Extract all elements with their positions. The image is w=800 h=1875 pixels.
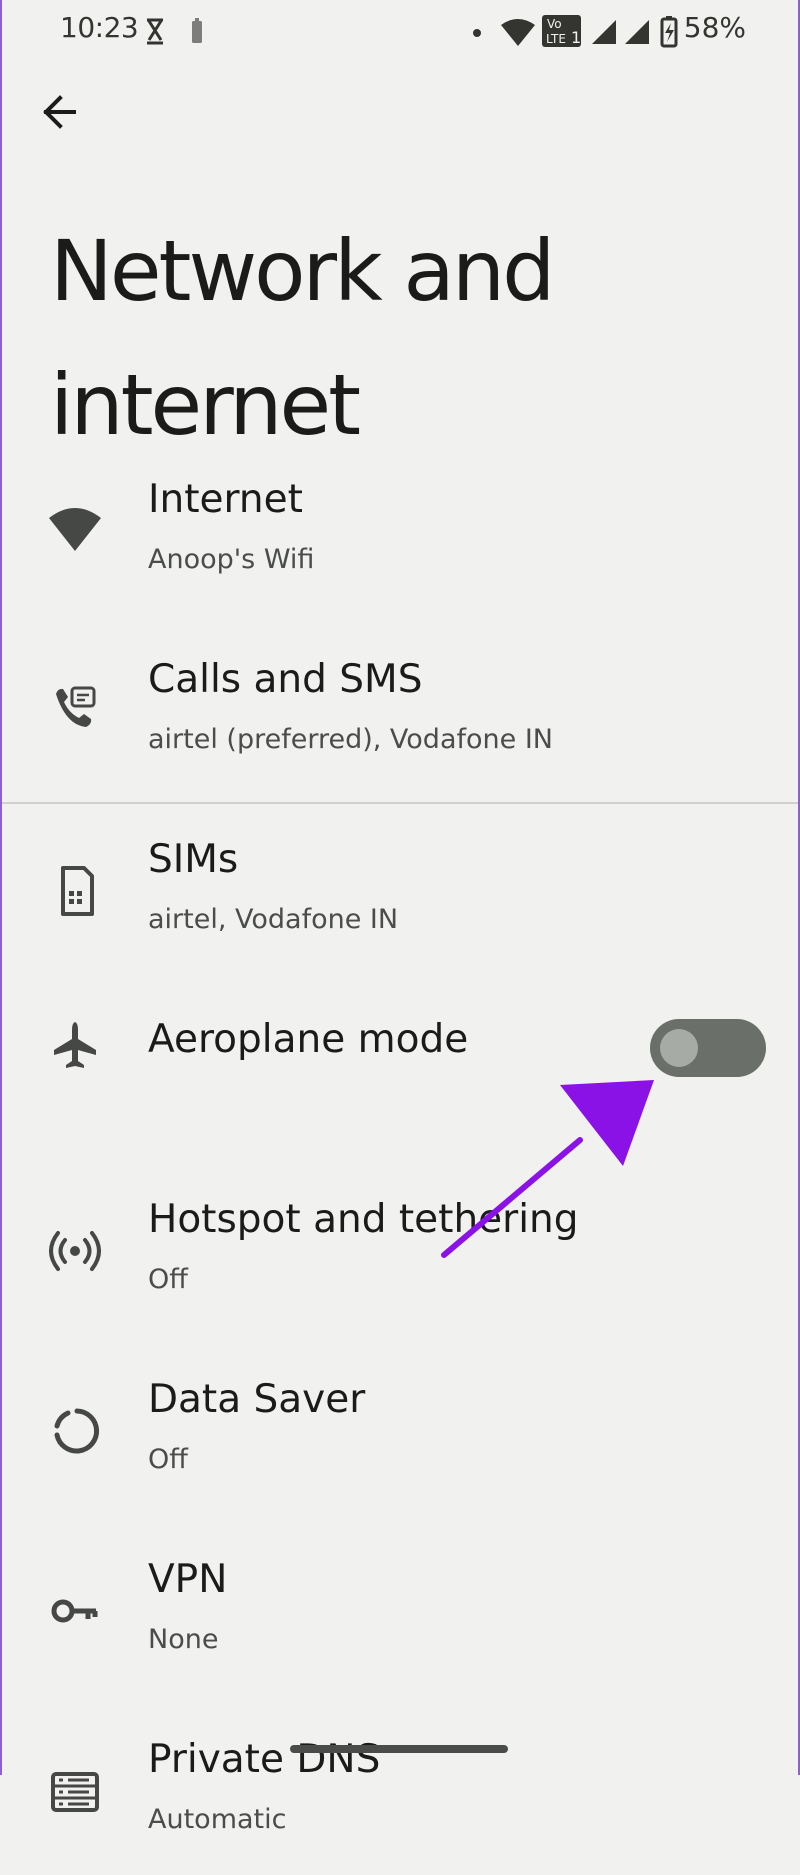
wifi-icon [49, 508, 101, 551]
row-subtitle: None [148, 1624, 219, 1655]
back-arrow-icon[interactable] [36, 90, 80, 134]
status-bar: 10:23 Vo LTE 1 58% [0, 0, 800, 60]
page-title: Network and internet [50, 222, 555, 455]
row-title: Internet [148, 477, 303, 522]
settings-row-vpn[interactable]: VPN None [0, 1515, 800, 1695]
battery-percentage: 58% [683, 11, 746, 44]
row-subtitle: airtel, Vodafone IN [148, 904, 399, 935]
row-title: Data Saver [148, 1377, 366, 1422]
svg-text:Vo: Vo [547, 17, 562, 31]
volte-icon: Vo LTE 1 [542, 15, 581, 47]
home-indicator[interactable] [290, 1745, 508, 1753]
settings-row-data-saver[interactable]: Data Saver Off [0, 1335, 800, 1515]
wifi-icon [501, 19, 535, 46]
row-subtitle: airtel (preferred), Vodafone IN [148, 724, 553, 755]
row-subtitle: Off [148, 1444, 188, 1475]
svg-text:LTE: LTE [546, 32, 566, 46]
data-saver-icon [54, 1408, 100, 1454]
vpn-key-icon [51, 1599, 98, 1623]
settings-row-sims[interactable]: SIMs airtel, Vodafone IN [0, 795, 800, 975]
status-time: 10:23 [60, 11, 139, 44]
settings-row-internet[interactable]: Internet Anoop's Wifi [0, 435, 800, 615]
hourglass-icon [147, 18, 163, 45]
signal-icon [625, 20, 649, 44]
annotation-arrow-icon [441, 1080, 654, 1258]
settings-list: Internet Anoop's Wifi Calls and SMS airt… [0, 435, 800, 1875]
battery-saver-icon [192, 18, 202, 43]
airplane-icon [54, 1022, 96, 1068]
battery-icon [660, 16, 678, 48]
row-subtitle: Anoop's Wifi [148, 544, 315, 575]
hotspot-icon [49, 1231, 101, 1271]
signal-icon [592, 20, 616, 44]
row-title: Aeroplane mode [148, 1017, 469, 1062]
row-subtitle: Off [148, 1264, 188, 1295]
sim-card-icon [61, 866, 94, 916]
settings-row-calls-and-sms[interactable]: Calls and SMS airtel (preferred), Vodafo… [0, 615, 800, 795]
row-subtitle: Automatic [148, 1804, 287, 1835]
svg-text:1: 1 [571, 28, 581, 47]
row-title: SIMs [148, 837, 239, 882]
dns-icon [51, 1772, 99, 1812]
row-title: VPN [148, 1557, 228, 1602]
row-title: Calls and SMS [148, 657, 423, 702]
settings-row-private-dns[interactable]: Private DNS Automatic [0, 1695, 800, 1875]
settings-row-hotspot-and-tethering[interactable]: Hotspot and tethering Off [0, 1155, 800, 1335]
section-divider [0, 802, 800, 804]
dot-icon [473, 29, 481, 37]
phone-sms-icon [56, 686, 96, 727]
